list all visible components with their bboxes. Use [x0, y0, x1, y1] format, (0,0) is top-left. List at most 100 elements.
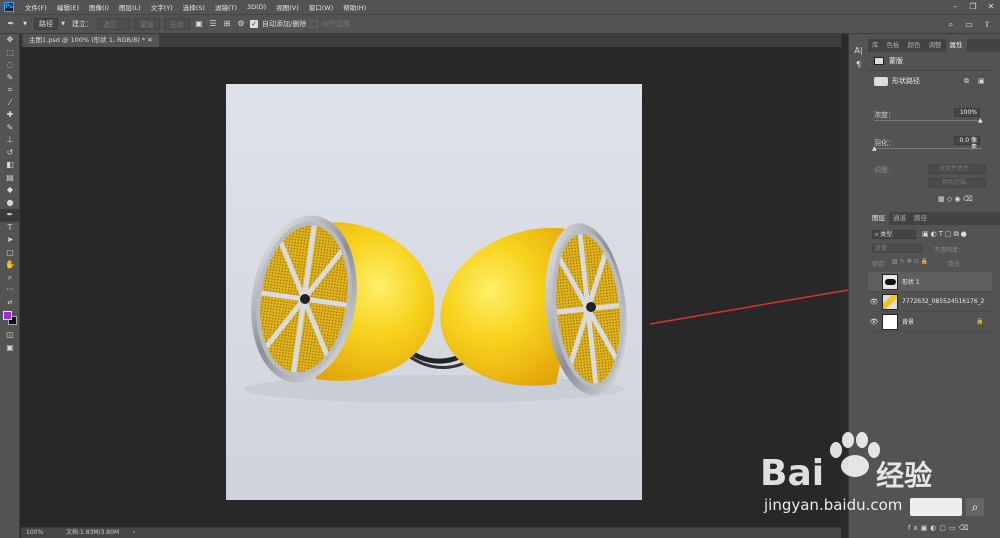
- layer-row[interactable]: 👁 背景 🔒: [868, 312, 992, 332]
- selection-button[interactable]: 选区…: [97, 18, 130, 30]
- swap-colors-icon[interactable]: ⇄: [0, 297, 20, 310]
- clone-stamp-icon[interactable]: ⊥: [0, 134, 20, 147]
- eyedropper-tool-icon[interactable]: ⁄: [0, 97, 20, 110]
- gear-icon[interactable]: ⚙: [236, 19, 246, 29]
- layer-name[interactable]: 背景: [902, 317, 914, 326]
- search-icon[interactable]: ⌕: [966, 498, 984, 516]
- density-slider[interactable]: [874, 120, 982, 121]
- marquee-tool-icon[interactable]: ⬚: [0, 47, 20, 60]
- menu-filter[interactable]: 滤镜(T): [210, 2, 242, 12]
- color-range-button[interactable]: 颜色范围…: [928, 178, 986, 188]
- history-brush-icon[interactable]: ↺: [0, 147, 20, 160]
- tab-paths[interactable]: 路径: [910, 212, 931, 225]
- healing-brush-icon[interactable]: ✚: [0, 109, 20, 122]
- search-icon[interactable]: ⌕: [946, 20, 956, 30]
- layer-row[interactable]: 👁 7772632_085524516176_2: [868, 292, 992, 312]
- menu-layer[interactable]: 图层(L): [114, 2, 146, 12]
- path-alignment-icon[interactable]: ☰: [208, 19, 218, 29]
- menu-type[interactable]: 文字(Y): [146, 2, 178, 12]
- tab-swatches[interactable]: 色板: [883, 39, 904, 52]
- minimize-icon[interactable]: –: [946, 0, 964, 14]
- checkbox-icon[interactable]: [310, 20, 319, 28]
- restore-icon[interactable]: ❐: [964, 0, 982, 14]
- tab-libraries[interactable]: 库: [868, 39, 883, 52]
- paragraph-panel-icon[interactable]: ¶: [849, 58, 868, 72]
- layer-row[interactable]: 形状 1: [868, 272, 992, 292]
- select-and-mask-button[interactable]: 选择并遮住…: [928, 164, 986, 174]
- feather-field[interactable]: 0.0 像素: [954, 136, 980, 151]
- mask-button[interactable]: 蒙版: [134, 18, 160, 30]
- layer-name[interactable]: 形状 1: [902, 277, 920, 286]
- document-canvas-image[interactable]: [226, 84, 642, 500]
- eye-icon[interactable]: 👁: [868, 298, 880, 306]
- mask-action-icons[interactable]: ▦ ◇ ◉ ⌫: [938, 195, 973, 203]
- feather-slider-handle[interactable]: ▲: [872, 145, 877, 152]
- character-panel-icon[interactable]: A|: [849, 44, 868, 58]
- pen-tool-icon[interactable]: ✒: [6, 19, 16, 29]
- tab-properties[interactable]: 属性: [945, 39, 967, 52]
- tool-mode-select[interactable]: 路径: [34, 18, 58, 30]
- close-tab-icon[interactable]: ✕: [147, 36, 152, 44]
- align-edges-label[interactable]: 对齐边缘: [322, 19, 350, 29]
- density-field[interactable]: 100%: [954, 108, 980, 117]
- chevron-right-icon[interactable]: ›: [133, 528, 135, 538]
- share-icon[interactable]: ⇪: [982, 20, 992, 30]
- layer-name[interactable]: 7772632_085524516176_2: [902, 298, 984, 305]
- menu-edit[interactable]: 编辑(E): [52, 2, 84, 12]
- path-select-tool-icon[interactable]: ➤: [0, 234, 20, 247]
- move-tool-icon[interactable]: ✥: [0, 34, 20, 47]
- layer-filter-icons[interactable]: ▣◐T▢⧉●: [922, 230, 969, 239]
- document-tab[interactable]: 主图1.psd @ 100% (形状 1, RGB/8) * ✕: [23, 34, 159, 47]
- blur-tool-icon[interactable]: ◆: [0, 184, 20, 197]
- tab-layers[interactable]: 图层: [868, 212, 889, 225]
- tab-channels[interactable]: 通道: [889, 212, 910, 225]
- screen-mode-icon[interactable]: ▣: [0, 342, 20, 355]
- lock-icons[interactable]: ▨✎✥⊡🔒: [892, 258, 930, 265]
- add-mask-icon[interactable]: ▣: [978, 77, 985, 85]
- crop-tool-icon[interactable]: ⌗: [0, 84, 20, 97]
- menu-view[interactable]: 视图(V): [271, 2, 304, 12]
- vector-mask-icon[interactable]: [874, 76, 888, 86]
- menu-select[interactable]: 选择(S): [178, 2, 210, 12]
- brush-tool-icon[interactable]: ✎: [0, 122, 20, 135]
- feather-slider[interactable]: [874, 148, 982, 149]
- layers-tabs: 图层 通道 路径: [868, 212, 1000, 225]
- shape-button[interactable]: 形状: [164, 18, 190, 30]
- path-arrange-icon[interactable]: ⊞: [222, 19, 232, 29]
- checkbox-checked-icon[interactable]: ✓: [250, 20, 258, 28]
- close-icon[interactable]: ✕: [982, 0, 1000, 14]
- menu-image[interactable]: 图像(I): [84, 2, 114, 12]
- tab-color[interactable]: 颜色: [904, 39, 925, 52]
- auto-add-delete-label[interactable]: 自动添加/删除: [262, 19, 306, 29]
- path-operations-icon[interactable]: ▣: [194, 19, 204, 29]
- blend-mode-select[interactable]: 正常: [872, 244, 922, 253]
- more-tools-icon[interactable]: ···: [0, 284, 20, 297]
- pen-tool-icon[interactable]: ✒: [0, 209, 20, 222]
- menu-file[interactable]: 文件(F): [20, 2, 52, 12]
- eye-icon[interactable]: 👁: [868, 318, 880, 326]
- chevron-down-icon[interactable]: ▼: [58, 19, 68, 29]
- shape-tool-icon[interactable]: ▢: [0, 247, 20, 260]
- color-swatches[interactable]: [0, 309, 20, 329]
- select-mask-icon[interactable]: ⧉: [964, 77, 969, 86]
- eraser-tool-icon[interactable]: ◧: [0, 159, 20, 172]
- menu-help[interactable]: 帮助(H): [338, 2, 371, 12]
- workspace-icon[interactable]: ▭: [964, 20, 974, 30]
- tab-adjustments[interactable]: 调整: [925, 39, 946, 52]
- hand-tool-icon[interactable]: ✋: [0, 259, 20, 272]
- quick-select-tool-icon[interactable]: ✎: [0, 72, 20, 85]
- zoom-tool-icon[interactable]: ⌕: [0, 272, 20, 285]
- zoom-level[interactable]: 100%: [26, 528, 43, 538]
- dodge-tool-icon[interactable]: ●: [0, 197, 20, 210]
- menu-window[interactable]: 窗口(W): [304, 2, 339, 12]
- type-tool-icon[interactable]: T: [0, 222, 20, 235]
- quick-mask-icon[interactable]: ◫: [0, 329, 20, 342]
- foreground-color-swatch[interactable]: [3, 311, 12, 320]
- density-slider-handle[interactable]: ▲: [978, 117, 983, 124]
- layer-filter-select[interactable]: ⌕ 类型: [872, 230, 916, 239]
- gradient-tool-icon[interactable]: ▤: [0, 172, 20, 185]
- feather-label: 羽化：: [874, 139, 895, 147]
- lasso-tool-icon[interactable]: ◌: [0, 59, 20, 72]
- chevron-down-icon[interactable]: ▼: [20, 19, 30, 29]
- menu-3d[interactable]: 3D(D): [242, 3, 271, 11]
